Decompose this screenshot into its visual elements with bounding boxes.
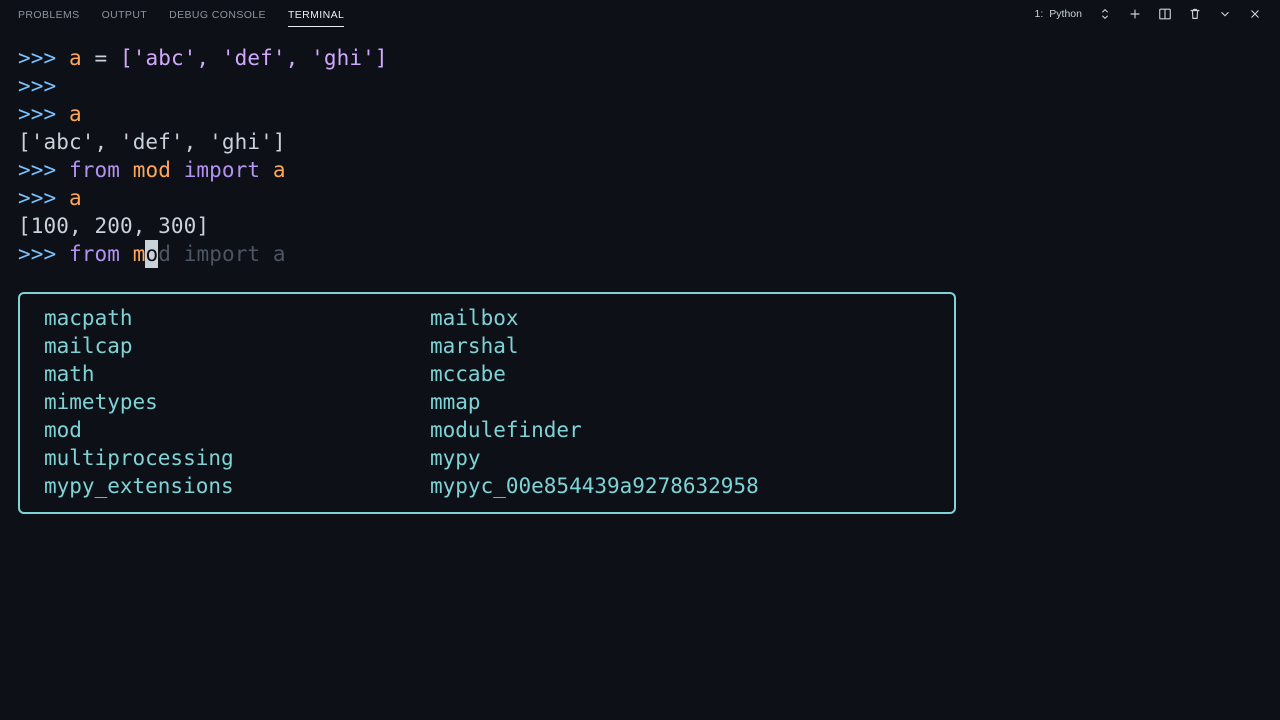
terminal-output: ['abc', 'def', 'ghi'] bbox=[18, 128, 1262, 156]
terminal-line: >>> from mod import a bbox=[18, 156, 1262, 184]
completion-item[interactable]: modulefinder bbox=[430, 416, 930, 444]
repl-prompt: >>> bbox=[18, 74, 69, 98]
completion-item[interactable]: mypy bbox=[430, 444, 930, 472]
completion-item[interactable]: mailbox bbox=[430, 304, 930, 332]
repl-prompt: >>> bbox=[18, 186, 69, 210]
terminal-line: >>> a bbox=[18, 184, 1262, 212]
trash-icon[interactable] bbox=[1188, 7, 1202, 21]
terminal-line: >>> bbox=[18, 72, 1262, 100]
tab-output[interactable]: OUTPUT bbox=[102, 2, 148, 27]
panel-tab-bar: PROBLEMS OUTPUT DEBUG CONSOLE TERMINAL 1… bbox=[0, 0, 1280, 28]
terminal-session-selector[interactable]: 1: Python bbox=[1035, 8, 1082, 20]
panel-tabs: PROBLEMS OUTPUT DEBUG CONSOLE TERMINAL bbox=[18, 2, 344, 27]
session-name: Python bbox=[1049, 8, 1082, 20]
terminal-cursor: o bbox=[145, 240, 158, 268]
terminal-current-line[interactable]: >>> from mod import a bbox=[18, 240, 1262, 268]
repl-prompt: >>> bbox=[18, 46, 69, 70]
completion-grid: macpath mailbox mailcap marshal math mcc… bbox=[44, 304, 930, 500]
repl-prompt: >>> bbox=[18, 242, 69, 266]
chevron-down-icon[interactable] bbox=[1218, 7, 1232, 21]
completion-item[interactable]: mailcap bbox=[44, 332, 430, 360]
completion-item[interactable]: mypy_extensions bbox=[44, 472, 430, 500]
plus-icon[interactable] bbox=[1128, 7, 1142, 21]
split-icon[interactable] bbox=[1158, 7, 1172, 21]
terminal-line: >>> a = ['abc', 'def', 'ghi'] bbox=[18, 44, 1262, 72]
completion-popup[interactable]: macpath mailbox mailcap marshal math mcc… bbox=[18, 292, 956, 514]
tab-terminal[interactable]: TERMINAL bbox=[288, 2, 344, 27]
terminal-output: [100, 200, 300] bbox=[18, 212, 1262, 240]
repl-prompt: >>> bbox=[18, 158, 69, 182]
completion-item[interactable]: mimetypes bbox=[44, 388, 430, 416]
completion-item[interactable]: mmap bbox=[430, 388, 930, 416]
completion-item[interactable]: macpath bbox=[44, 304, 430, 332]
completion-item[interactable]: multiprocessing bbox=[44, 444, 430, 472]
completion-item[interactable]: mod bbox=[44, 416, 430, 444]
tab-problems[interactable]: PROBLEMS bbox=[18, 2, 80, 27]
terminal-body[interactable]: >>> a = ['abc', 'def', 'ghi'] >>> >>> a … bbox=[0, 28, 1280, 284]
close-icon[interactable] bbox=[1248, 7, 1262, 21]
terminal-line: >>> a bbox=[18, 100, 1262, 128]
completion-item[interactable]: mccabe bbox=[430, 360, 930, 388]
completion-item[interactable]: mypyc_00e854439a9278632958 bbox=[430, 472, 930, 500]
completion-item[interactable]: math bbox=[44, 360, 430, 388]
session-index: 1: bbox=[1035, 8, 1044, 20]
terminal-controls: 1: Python bbox=[1035, 7, 1262, 21]
repl-prompt: >>> bbox=[18, 102, 69, 126]
tab-debug-console[interactable]: DEBUG CONSOLE bbox=[169, 2, 266, 27]
updown-icon[interactable] bbox=[1098, 7, 1112, 21]
completion-item[interactable]: marshal bbox=[430, 332, 930, 360]
ghost-text: d bbox=[158, 242, 184, 266]
